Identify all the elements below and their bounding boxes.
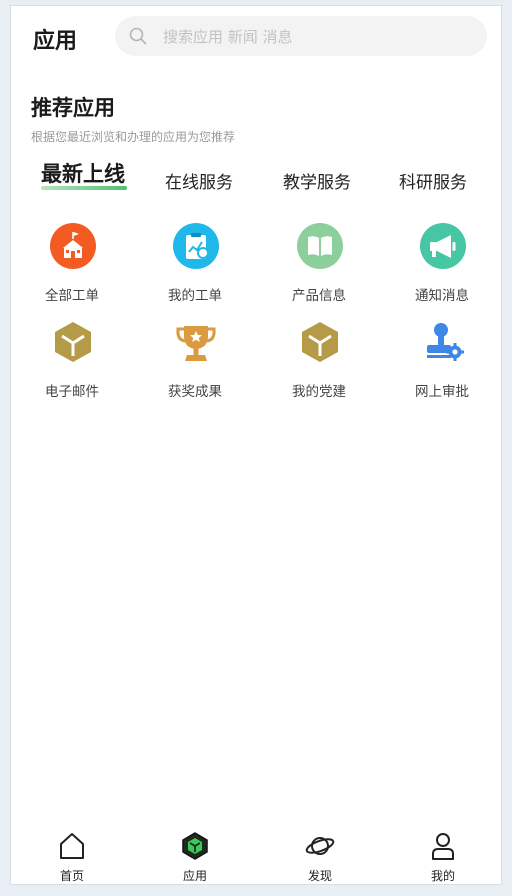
app-label: 获奖成果 [168, 384, 222, 400]
nav-profile[interactable]: 我的 [398, 826, 488, 886]
app-email[interactable]: 电子邮件 [17, 316, 127, 402]
tab-online-service[interactable]: 在线服务 [159, 168, 239, 208]
nav-label: 首页 [59, 869, 84, 883]
apps-box-icon [182, 832, 208, 860]
nav-label: 应用 [182, 869, 207, 883]
tab-label: 科研服务 [399, 173, 467, 193]
megaphone-icon [420, 223, 466, 269]
app-label: 电子邮件 [45, 384, 99, 400]
app-online-approval[interactable]: 网上审批 [387, 316, 497, 402]
search-bar[interactable] [115, 16, 487, 56]
search-input[interactable] [161, 23, 465, 51]
search-icon [129, 27, 147, 45]
tab-label: 教学服务 [283, 173, 351, 193]
header: 应用 [11, 6, 501, 68]
nav-discover[interactable]: 发现 [275, 826, 365, 886]
box-icon [302, 322, 338, 362]
chart-report-icon [173, 223, 219, 269]
active-tab-underline [41, 186, 127, 190]
app-label: 产品信息 [292, 288, 346, 304]
school-icon [50, 223, 96, 269]
book-icon [297, 223, 343, 269]
app-notifications[interactable]: 通知消息 [387, 220, 497, 306]
user-icon [432, 833, 454, 860]
box-icon [55, 322, 91, 362]
section-subtitle: 根据您最近浏览和办理的应用为您推荐 [31, 130, 236, 144]
app-label: 全部工单 [45, 288, 99, 304]
tab-newest[interactable]: 最新上线 [35, 158, 131, 198]
tab-label: 最新上线 [41, 162, 125, 186]
trophy-icon [176, 326, 216, 361]
home-icon [60, 833, 84, 859]
bottom-nav: 首页 应用 发现 我的 [11, 826, 501, 886]
nav-apps[interactable]: 应用 [150, 826, 240, 886]
nav-label: 我的 [430, 869, 455, 883]
section-title: 推荐应用 [31, 96, 115, 120]
page-title: 应用 [33, 29, 78, 54]
app-label: 我的党建 [292, 384, 346, 400]
app-party-building[interactable]: 我的党建 [264, 316, 374, 402]
planet-icon [305, 837, 335, 855]
app-label: 我的工单 [168, 288, 222, 304]
stamp-gear-icon [427, 323, 464, 361]
app-label: 通知消息 [415, 288, 469, 304]
app-all-tickets[interactable]: 全部工单 [17, 220, 127, 306]
app-my-tickets[interactable]: 我的工单 [140, 220, 250, 306]
nav-home[interactable]: 首页 [27, 826, 117, 886]
nav-label: 发现 [307, 869, 332, 883]
app-product-info[interactable]: 产品信息 [264, 220, 374, 306]
tab-teaching-service[interactable]: 教学服务 [277, 168, 357, 208]
tab-label: 在线服务 [165, 173, 233, 193]
app-screen: 应用 推荐应用 根据您最近浏览和办理的应用为您推荐 最新上线 在线服务 教学服务… [10, 5, 502, 885]
app-awards[interactable]: 获奖成果 [140, 316, 250, 402]
app-label: 网上审批 [415, 384, 469, 400]
tab-research-service[interactable]: 科研服务 [393, 168, 473, 208]
category-tabs: 最新上线 在线服务 教学服务 科研服务 [11, 160, 501, 204]
